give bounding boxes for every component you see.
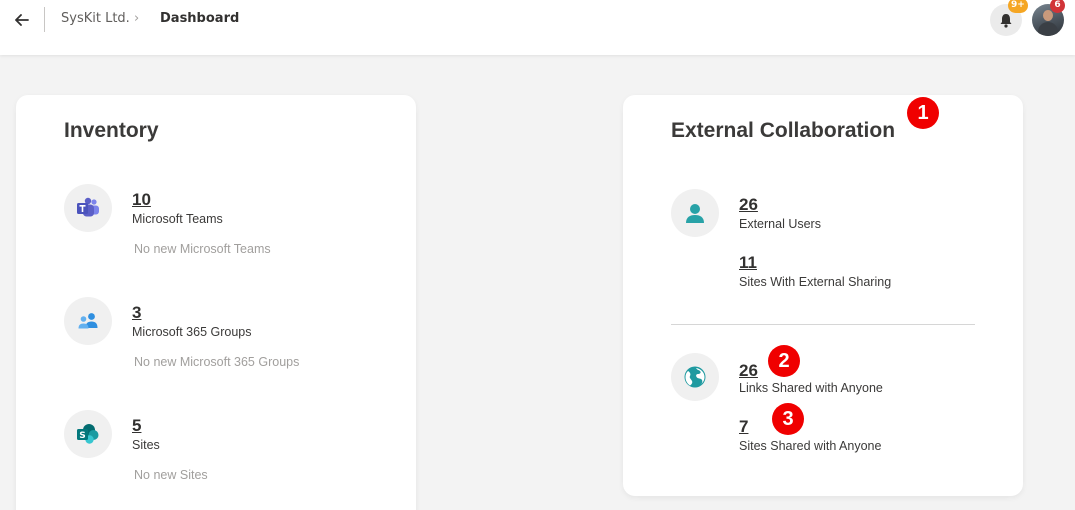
notification-count-badge: 9+ (1008, 0, 1028, 13)
annotation-marker-3: 3 (772, 403, 804, 435)
user-icon-wrap (671, 189, 719, 237)
top-bar: SysKit Ltd. › Dashboard 9+ 6 (0, 0, 1075, 55)
globe-icon-wrap (671, 353, 719, 401)
sites-external-sharing-count-link[interactable]: 11 (739, 253, 757, 273)
sharepoint-icon-wrap: S (64, 410, 112, 458)
section-divider (671, 324, 975, 325)
sites-sub: No new Sites (134, 468, 208, 482)
external-users-count-link[interactable]: 26 (739, 195, 758, 215)
sites-external-sharing-label: Sites With External Sharing (739, 275, 892, 289)
teams-icon (77, 197, 99, 217)
external-users-label: External Users (739, 217, 821, 231)
sites-shared-anyone-count-link[interactable]: 7 (739, 417, 748, 437)
sites-count-link[interactable]: 5 (132, 416, 141, 436)
avatar-body (1038, 22, 1058, 36)
groups-count-link[interactable]: 3 (132, 303, 141, 323)
groups-sub: No new Microsoft 365 Groups (134, 355, 300, 369)
groups-icon (78, 313, 98, 329)
sites-label: Sites (132, 438, 160, 452)
links-shared-count-link[interactable]: 26 (739, 361, 758, 381)
svg-text:S: S (79, 431, 85, 441)
breadcrumb-org[interactable]: SysKit Ltd. (61, 11, 130, 26)
teams-label: Microsoft Teams (132, 212, 223, 226)
user-icon (686, 204, 704, 223)
breadcrumb-current: Dashboard (160, 11, 240, 26)
header-divider (44, 7, 45, 32)
teams-sub: No new Microsoft Teams (134, 242, 271, 256)
sharepoint-icon: S (77, 424, 99, 444)
annotation-marker-2: 2 (768, 345, 800, 377)
groups-icon-wrap (64, 297, 112, 345)
links-shared-label: Links Shared with Anyone (739, 381, 883, 395)
bell-icon (1000, 13, 1012, 28)
back-button[interactable] (12, 10, 32, 30)
teams-count-link[interactable]: 10 (132, 190, 151, 210)
inventory-card: Inventory 10 Microsoft Teams No new Micr… (16, 95, 416, 510)
inventory-title: Inventory (64, 119, 159, 142)
annotation-marker-1: 1 (907, 97, 939, 129)
sites-shared-anyone-label: Sites Shared with Anyone (739, 439, 882, 453)
teams-icon-wrap (64, 184, 112, 232)
avatar-count-badge: 6 (1050, 0, 1065, 13)
external-collaboration-card: External Collaboration 26 External Users… (623, 95, 1023, 496)
groups-label: Microsoft 365 Groups (132, 325, 252, 339)
external-title: External Collaboration (671, 119, 896, 142)
avatar-head (1043, 10, 1053, 21)
globe-icon (684, 366, 706, 388)
arrow-left-icon (15, 14, 29, 26)
breadcrumb-separator: › (134, 11, 140, 26)
